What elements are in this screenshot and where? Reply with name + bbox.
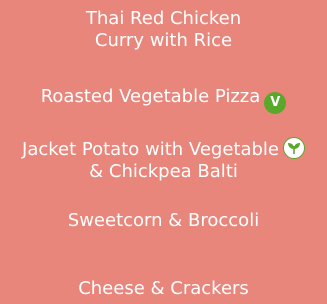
menu-item-name: Roasted Vegetable Pizza [40,86,261,107]
menu-item-roasted-vegetable-pizza: Roasted Vegetable Pizza V [0,86,327,114]
menu-item-jacket-potato: Jacket Potato with Vegetable & Chickpea … [0,137,327,183]
menu-item-name-line1: Jacket Potato with Vegetable [22,139,279,160]
menu-item-name-line1-wrap: Jacket Potato with Vegetable [0,137,327,161]
menu-item-name: Sweetcorn & Broccoli [67,210,260,231]
vegan-leaf-icon [282,137,305,159]
menu-item-name-line2: Curry with Rice [94,30,233,51]
menu-item-cheese-crackers: Cheese & Crackers [0,278,327,300]
menu-item-sweetcorn-broccoli: Sweetcorn & Broccoli [0,210,327,232]
menu-item-name-line1: Thai Red Chicken [85,8,242,29]
menu-item-thai-red-chicken-curry: Thai Red Chicken Curry with Rice [0,8,327,52]
menu-list: Thai Red Chicken Curry with Rice Roasted… [0,0,327,304]
menu-item-name: Cheese & Crackers [78,278,249,299]
vegetarian-icon: V [264,92,287,114]
menu-item-name-line2: & Chickpea Balti [89,161,238,182]
